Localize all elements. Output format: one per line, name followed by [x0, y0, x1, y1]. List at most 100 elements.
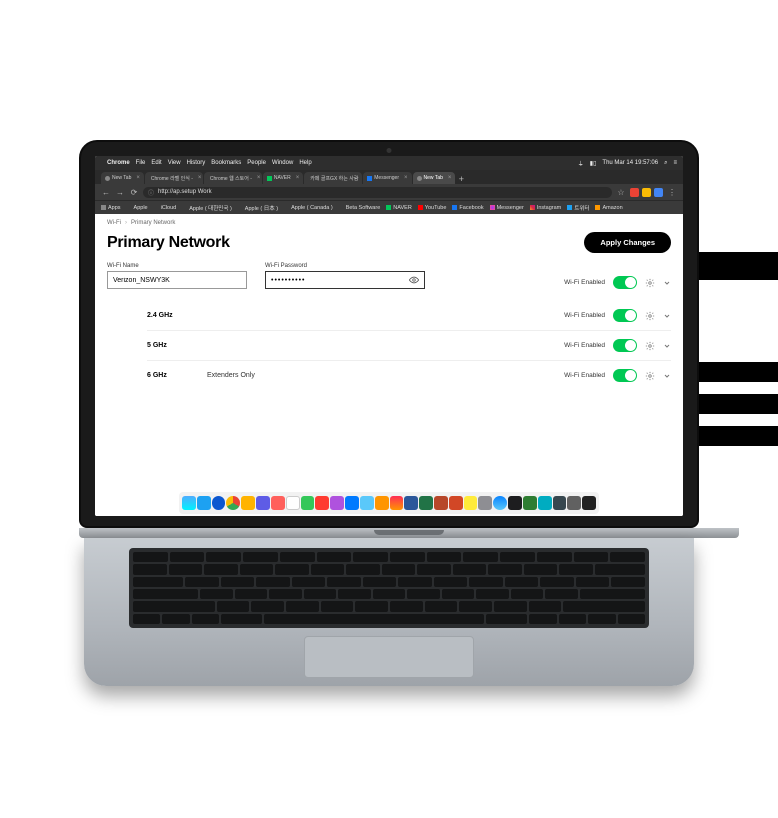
band-toggle[interactable] [613, 369, 637, 382]
chevron-down-icon[interactable] [663, 279, 671, 287]
chevron-down-icon[interactable] [663, 312, 671, 320]
menu-help[interactable]: Help [299, 160, 311, 166]
menu-file[interactable]: File [136, 160, 146, 166]
browser-tab-active[interactable]: New Tab× [413, 172, 456, 184]
gear-icon[interactable] [645, 278, 655, 288]
battery-icon[interactable]: ▮▯ [590, 160, 597, 167]
dock-app-chrome[interactable] [226, 496, 240, 510]
bookmark-item[interactable]: 트위터 [567, 204, 589, 212]
dock-app-finder[interactable] [182, 496, 196, 510]
menubar-clock[interactable]: Thu Mar 14 19:57:06 [602, 160, 658, 166]
close-icon[interactable]: × [136, 175, 140, 181]
wifi-enabled-toggle[interactable] [613, 276, 637, 289]
close-icon[interactable]: × [198, 175, 202, 181]
camera-icon [387, 148, 392, 153]
menu-history[interactable]: History [187, 160, 206, 166]
wifi-name-input[interactable] [107, 271, 247, 289]
bookmark-item[interactable]: Apple ( Canada ) [284, 205, 333, 211]
breadcrumb-root[interactable]: Wi-Fi [107, 220, 121, 226]
star-icon[interactable]: ☆ [616, 187, 626, 197]
reload-button[interactable]: ⟳ [129, 187, 139, 197]
extension-icon[interactable] [642, 188, 651, 197]
menubar-app[interactable]: Chrome [107, 160, 130, 166]
close-icon[interactable]: × [448, 175, 452, 181]
dock-app-word[interactable] [404, 496, 418, 510]
bookmark-item[interactable]: YouTube [418, 205, 447, 211]
close-icon[interactable]: × [296, 175, 300, 181]
notifications-icon[interactable]: ≡ [673, 160, 677, 166]
dock-app-powerpoint[interactable] [434, 496, 448, 510]
browser-tab[interactable]: Chrome 라벨 인식 - × [145, 172, 203, 184]
dock-app[interactable] [345, 496, 359, 510]
band-toggle[interactable] [613, 339, 637, 352]
wifi-icon[interactable]: ⏚ [578, 159, 584, 168]
extension-icon[interactable] [630, 188, 639, 197]
dock-app[interactable] [375, 496, 389, 510]
dock-app[interactable] [301, 496, 315, 510]
apple-icon [238, 205, 243, 210]
dock-app-trash[interactable] [582, 496, 596, 510]
close-icon[interactable]: × [404, 175, 408, 181]
dock-app-settings[interactable] [567, 496, 581, 510]
bookmark-item[interactable]: Beta Software [339, 205, 381, 211]
bookmark-item[interactable]: Apple ( 대한민국 ) [182, 204, 232, 212]
browser-tab[interactable]: 카페 골프GX 하는 사람× [304, 172, 362, 184]
bookmark-apps[interactable]: Apps [101, 205, 121, 211]
dock-app[interactable] [508, 496, 522, 510]
menu-icon[interactable]: ⋮ [667, 187, 677, 197]
dock-app-appstore[interactable] [493, 496, 507, 510]
new-tab-button[interactable]: + [456, 174, 466, 184]
browser-tab[interactable]: NAVER× [263, 172, 303, 184]
address-bar[interactable]: ⓘ http://ap.setup Work [143, 187, 612, 198]
browser-tab[interactable]: New Tab× [101, 172, 144, 184]
apple-icon [284, 205, 289, 210]
bookmark-item[interactable]: NAVER [386, 205, 412, 211]
menu-edit[interactable]: Edit [151, 160, 161, 166]
menu-window[interactable]: Window [272, 160, 293, 166]
bookmark-item[interactable]: Amazon [595, 205, 622, 211]
band-toggle[interactable] [613, 309, 637, 322]
apply-changes-button[interactable]: Apply Changes [584, 232, 671, 253]
dock-app-safari[interactable] [197, 496, 211, 510]
dock-app[interactable] [523, 496, 537, 510]
chevron-down-icon[interactable] [663, 372, 671, 380]
chevron-down-icon[interactable] [663, 342, 671, 350]
gear-icon[interactable] [645, 341, 655, 351]
gear-icon[interactable] [645, 371, 655, 381]
dock-app[interactable] [330, 496, 344, 510]
dock-app[interactable] [478, 496, 492, 510]
dock-app[interactable] [271, 496, 285, 510]
dock-app[interactable] [256, 496, 270, 510]
spotlight-icon[interactable]: ⌕ [664, 160, 667, 167]
show-password-icon[interactable] [409, 275, 419, 285]
forward-button[interactable]: → [115, 187, 125, 197]
dock-app[interactable] [538, 496, 552, 510]
browser-tab[interactable]: Messenger× [363, 172, 411, 184]
bookmark-item[interactable]: Apple [127, 205, 148, 211]
bookmark-item[interactable]: Messenger [490, 205, 524, 211]
bookmark-item[interactable]: Apple ( 日本 ) [238, 204, 278, 212]
menu-people[interactable]: People [247, 160, 266, 166]
site-info-icon[interactable]: ⓘ [148, 188, 154, 197]
dock-app[interactable] [315, 496, 329, 510]
bookmark-item[interactable]: Instagram [530, 205, 561, 211]
dock-app-calendar[interactable] [286, 496, 300, 510]
dock-app[interactable] [553, 496, 567, 510]
back-button[interactable]: ← [101, 187, 111, 197]
browser-tab[interactable]: Chrome 웹 스토어 - × [204, 172, 262, 184]
bookmark-item[interactable]: iCloud [154, 205, 177, 211]
dock-app[interactable] [390, 496, 404, 510]
dock-app-kakaotalk[interactable] [464, 496, 478, 510]
bookmark-item[interactable]: Facebook [452, 205, 483, 211]
menu-view[interactable]: View [168, 160, 181, 166]
dock-app[interactable] [449, 496, 463, 510]
menu-bookmarks[interactable]: Bookmarks [211, 160, 241, 166]
gear-icon[interactable] [645, 311, 655, 321]
dock-app[interactable] [241, 496, 255, 510]
dock-app-excel[interactable] [419, 496, 433, 510]
dock-app[interactable] [360, 496, 374, 510]
dock-app[interactable] [212, 496, 226, 510]
extension-icon[interactable] [654, 188, 663, 197]
close-icon[interactable]: × [257, 175, 261, 181]
wifi-password-input[interactable]: •••••••••• [265, 271, 425, 289]
